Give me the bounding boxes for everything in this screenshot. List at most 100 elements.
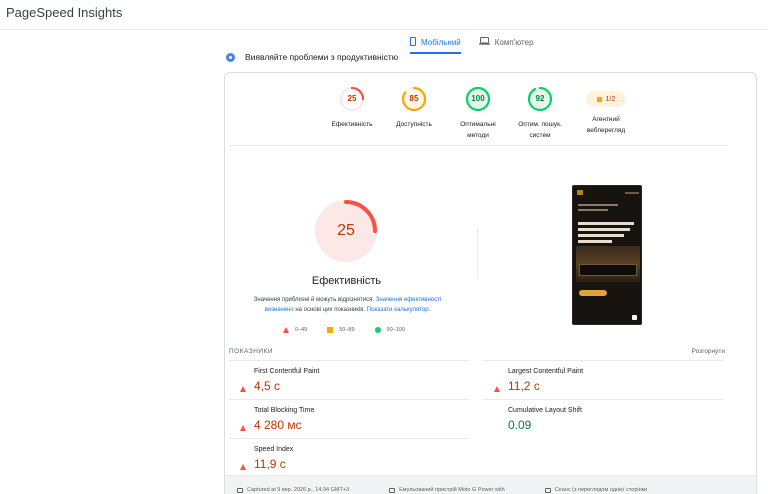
category-seo[interactable]: 92 Оптим. пошук. систем: [505, 85, 575, 141]
legend-range: 0–49: [295, 327, 308, 333]
run-info-text: Captured at 9 вер. 2026 р., 14:34 GMT+3: [247, 487, 350, 493]
vertical-separator: [477, 229, 478, 279]
average-square-icon: [327, 327, 334, 333]
legend-range: 50–89: [339, 327, 355, 333]
category-best-practices[interactable]: 100 Оптимальні методи: [443, 85, 513, 141]
metric-value: 0.09: [508, 418, 532, 432]
score-gauge: 25: [338, 85, 366, 113]
run-info-device: Емульований пристрій Moto G Power with: [389, 487, 505, 493]
diagnose-heading-text: Виявляйте проблеми з продуктивністю: [245, 52, 399, 62]
metric-name: Speed Index: [254, 446, 294, 453]
category-label: Доступність: [396, 121, 432, 128]
screenshot-header: [577, 190, 639, 195]
average-square-icon: [596, 96, 602, 102]
calculator-link[interactable]: Показати калькулятор.: [367, 307, 430, 313]
divider: [229, 145, 728, 146]
score-value: 25: [347, 94, 357, 103]
run-info-items: Captured at 9 вер. 2026 р., 14:34 GMT+3 …: [237, 487, 647, 493]
site-nav-icon: [625, 191, 639, 194]
tab-mobile[interactable]: Мобільний: [410, 34, 461, 54]
page-screenshot: [572, 185, 642, 325]
expand-metrics-button[interactable]: Розгорнути: [692, 348, 725, 355]
tab-mobile-label: Мобільний: [421, 37, 461, 47]
tab-desktop[interactable]: Комп'ютер: [478, 34, 534, 50]
metric-value: 4 280 мс: [254, 418, 302, 432]
laptop-icon: [478, 37, 490, 47]
category-label: Агентний вебперегляд: [587, 114, 625, 136]
category-agentic-browsing[interactable]: 1/2 Агентний вебперегляд: [571, 85, 641, 136]
metric-si: Speed Index 11,9 с: [229, 438, 469, 476]
category-label: Оптим. пошук. систем: [518, 119, 562, 141]
metric-cls: Cumulative Layout Shift 0.09: [483, 399, 723, 437]
fail-triangle-icon: [240, 408, 246, 431]
metric-name: Cumulative Layout Shift: [508, 407, 582, 414]
legend-pass: 90–100: [374, 327, 405, 333]
calendar-icon: [237, 487, 243, 493]
tab-desktop-label: Комп'ютер: [494, 37, 534, 47]
category-label: Оптимальні методи: [460, 119, 495, 141]
app-title: PageSpeed Insights: [6, 5, 123, 20]
metric-name: Total Blocking Time: [254, 407, 315, 414]
score-gauge: 85: [400, 85, 428, 113]
legend-fail: 0–49: [283, 327, 307, 333]
explain-middle: на основі цих показників.: [295, 307, 366, 313]
performance-title: Ефективність: [311, 275, 382, 287]
agentic-score-badge: 1/2: [586, 91, 626, 107]
category-label: Ефективність: [331, 121, 373, 128]
fail-triangle-icon: [240, 369, 246, 392]
top-bar: PageSpeed Insights: [0, 0, 768, 30]
device-tabs: Мобільний Комп'ютер: [410, 34, 534, 54]
score-value: 92: [535, 94, 545, 103]
metric-tbt: Total Blocking Time 4 280 мс: [229, 399, 469, 437]
category-label-line2: систем: [529, 132, 551, 139]
score-gauge: 92: [526, 85, 554, 113]
score-value: 100: [471, 94, 485, 103]
metric-name: First Contentful Paint: [254, 368, 320, 375]
run-info-footer: Captured at 9 вер. 2026 р., 14:34 GMT+3 …: [225, 475, 756, 494]
session-icon: [544, 487, 551, 493]
metrics-header: ПОКАЗНИКИ Розгорнути: [229, 348, 725, 355]
score-legend: 0–49 50–89 90–100: [283, 327, 405, 333]
category-label-line2: вебперегляд: [586, 127, 626, 134]
run-info-text: Емульований пристрій Moto G Power with: [399, 487, 505, 493]
smartphone-icon: [410, 36, 416, 48]
metric-name: Largest Contentful Paint: [508, 368, 584, 375]
category-label-line2: методи: [467, 132, 489, 139]
screenshot-text-lines: [578, 204, 638, 214]
screenshot-widget-icon: [632, 315, 637, 320]
performance-explanation: Значення приблизні й можуть відрізнятися…: [245, 295, 450, 315]
metric-value: 11,2 с: [508, 379, 540, 393]
info-icon: [226, 52, 235, 62]
site-logo-icon: [577, 190, 583, 195]
fail-triangle-icon: [240, 447, 246, 470]
screenshot-cta-button: [579, 290, 607, 296]
diagnose-heading: Виявляйте проблеми з продуктивністю: [226, 52, 398, 62]
metric-value: 4,5 с: [254, 379, 281, 393]
category-gauges: 25 Ефективність 85 Доступність 100 Оптим…: [225, 85, 756, 147]
device-icon: [389, 487, 396, 493]
category-label-line1: Агентний: [592, 116, 620, 123]
performance-score: 25: [337, 222, 355, 239]
score-value: 85: [409, 94, 419, 103]
metric-lcp: Largest Contentful Paint 11,2 с: [483, 360, 723, 398]
agentic-score-value: 1/2: [605, 95, 616, 103]
explain-prefix: Значення приблизні й можуть відрізнятися…: [253, 297, 375, 303]
run-info-session: Сеанс (з переглядом однієї сторінки: [544, 487, 648, 493]
metric-fcp: First Contentful Paint 4,5 с: [229, 360, 469, 398]
report-card: 25 Ефективність 85 Доступність 100 Оптим…: [224, 72, 757, 494]
screenshot-headline: [578, 222, 638, 246]
category-label-line1: Оптимальні: [460, 121, 496, 128]
screenshot-promo-card: [579, 264, 637, 276]
metrics-title: ПОКАЗНИКИ: [229, 348, 274, 355]
legend-average: 50–89: [327, 327, 355, 333]
score-gauge: 100: [464, 85, 492, 113]
pass-circle-icon: [374, 327, 381, 333]
fail-triangle-icon: [283, 327, 289, 333]
metric-value: 11,9 с: [254, 457, 286, 471]
performance-gauge[interactable]: 25: [314, 199, 378, 263]
fail-triangle-icon: [494, 369, 500, 392]
category-performance[interactable]: 25 Ефективність: [317, 85, 387, 130]
run-info-text: Сеанс (з переглядом однієї сторінки: [554, 487, 648, 493]
category-accessibility[interactable]: 85 Доступність: [379, 85, 449, 130]
run-info-captured: Captured at 9 вер. 2026 р., 14:34 GMT+3: [237, 487, 349, 493]
